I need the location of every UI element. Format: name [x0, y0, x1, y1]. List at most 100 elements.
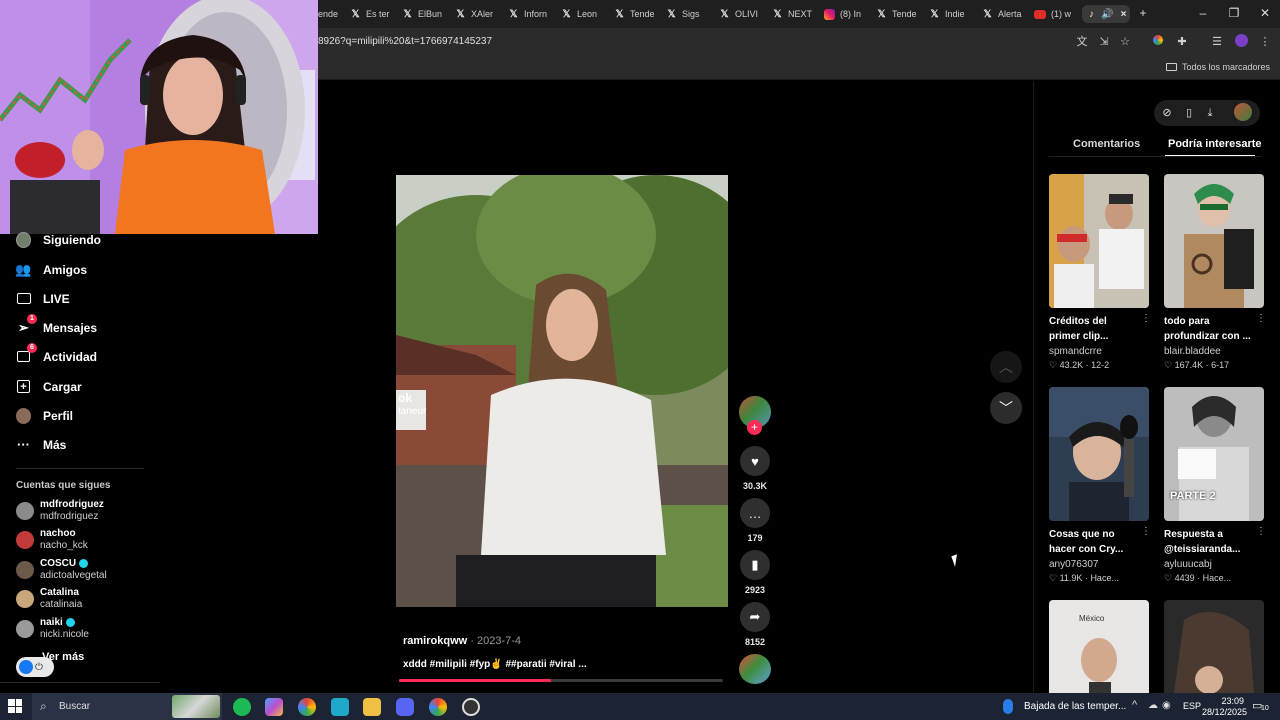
profile-avatar-icon[interactable] — [1233, 34, 1249, 50]
comment-action[interactable]: … 179 — [739, 498, 771, 543]
suggestion-thumbnail[interactable] — [1049, 387, 1149, 521]
install-app-icon[interactable]: ⇲ — [1096, 34, 1112, 50]
account-item[interactable]: mdfrodriguez mdfrodriguez — [16, 499, 104, 523]
nav-upload[interactable]: + Cargar — [16, 379, 82, 394]
video-author[interactable]: ramirokqww — [403, 635, 467, 647]
tray-chevron-up-icon[interactable]: ^ — [1132, 699, 1137, 711]
suggestion-title[interactable]: Cosas que no hacer con Cry... — [1049, 527, 1137, 557]
obs-icon[interactable] — [462, 698, 480, 716]
nav-following[interactable]: Siguiendo — [16, 231, 101, 248]
heart-icon[interactable]: ♥ — [740, 446, 770, 476]
browser-tab[interactable]: 𝕏 Alerta — [982, 5, 1024, 23]
suggestion-thumbnail[interactable] — [1164, 600, 1264, 693]
file-explorer-icon[interactable] — [363, 698, 381, 716]
app-icon[interactable] — [331, 698, 349, 716]
nav-live[interactable]: LIVE — [16, 291, 70, 306]
browser-tab[interactable]: 𝕏 Tende — [876, 5, 918, 23]
close-icon[interactable]: × — [1118, 9, 1129, 20]
suggestion-user[interactable]: spmandcrre — [1049, 346, 1102, 357]
download-icon[interactable]: ⤓ — [1201, 104, 1219, 122]
browser-tab[interactable]: 𝕏 Es ter — [350, 5, 392, 23]
browser-tab[interactable]: 𝕏 Indie — [929, 5, 971, 23]
more-options-icon[interactable]: ⋮ — [1256, 313, 1266, 324]
chrome-icon[interactable] — [298, 698, 316, 716]
taskbar-search-box[interactable]: ⌕ Buscar — [32, 693, 222, 720]
more-options-icon[interactable]: ⋮ — [1256, 526, 1266, 537]
new-tab-button[interactable]: + — [1133, 6, 1153, 20]
spotify-icon[interactable] — [233, 698, 251, 716]
wifi-icon[interactable]: ◉ — [1162, 700, 1171, 711]
more-options-icon[interactable]: ⋮ — [1141, 526, 1151, 537]
browser-tab[interactable]: 𝕏 Sigs — [666, 5, 708, 23]
browser-tab[interactable]: (1) w — [1034, 5, 1078, 23]
save-action[interactable]: ▮ 2923 — [739, 550, 771, 595]
suggestion-user[interactable]: ayluuucabj — [1164, 559, 1212, 570]
suggestion-thumbnail[interactable]: PARTE 2 — [1164, 387, 1264, 521]
browser-tab[interactable]: 𝕏 Inforn — [508, 5, 550, 23]
browser-tab[interactable]: 𝕏 XAler — [455, 5, 497, 23]
copilot-icon[interactable] — [265, 698, 283, 716]
user-avatar[interactable] — [1234, 103, 1252, 121]
news-ticker[interactable]: Bajada de las temper... — [1024, 701, 1126, 712]
suggestion-thumbnail[interactable]: México — [1049, 600, 1149, 693]
browser-tab-active[interactable]: ♪ 🔊 × — [1082, 5, 1130, 23]
get-app-pill[interactable]: ⏻ — [16, 657, 54, 677]
account-item[interactable]: COSCU adictoalvegetal — [16, 558, 107, 582]
account-item[interactable]: nachoo nacho_kck — [16, 528, 88, 552]
music-disc-icon[interactable] — [739, 654, 771, 684]
translate-icon[interactable]: 文 — [1074, 34, 1090, 50]
tab-comments[interactable]: Comentarios — [1073, 138, 1140, 150]
account-item[interactable]: naiki nicki.nicole — [16, 617, 89, 641]
nav-more[interactable]: ··· Más — [16, 437, 66, 452]
browser-tab[interactable]: 𝕏 OLIVI — [719, 5, 761, 23]
suggestion-user[interactable]: any076307 — [1049, 559, 1099, 570]
like-action[interactable]: ♥ 30.3K — [739, 446, 771, 491]
window-close-button[interactable]: ✕ — [1255, 6, 1275, 20]
browser-tab[interactable]: 𝕏 ElBun — [402, 5, 444, 23]
suggestion-thumbnail[interactable] — [1049, 174, 1149, 308]
browser-menu-icon[interactable]: ⋮ — [1257, 34, 1273, 50]
browser-tab[interactable]: ende — [318, 5, 340, 23]
weather-news-icon[interactable] — [1003, 699, 1013, 714]
video-progress-track[interactable] — [399, 679, 723, 682]
onedrive-icon[interactable]: ☁ — [1148, 700, 1158, 711]
minimize-button[interactable]: – — [1193, 6, 1213, 20]
url-field[interactable]: 8926?q=milipili%20&t=1766974145237 — [318, 36, 492, 47]
share-icon[interactable]: ➦ — [740, 602, 770, 632]
browser-tab[interactable]: 𝕏 Tende — [614, 5, 656, 23]
nav-activity[interactable]: 6 Actividad — [16, 343, 97, 364]
tab-search-icon[interactable]: ☰ — [1209, 34, 1225, 50]
account-item[interactable]: Catalina catalinaia — [16, 587, 82, 611]
language-indicator[interactable]: ESP — [1183, 701, 1201, 711]
extensions-puzzle-icon[interactable]: ✚ — [1174, 34, 1190, 50]
clock[interactable]: 23:09 28/12/2025 — [1202, 696, 1247, 718]
speaker-icon[interactable]: 🔊 — [1101, 9, 1113, 20]
suggestion-title[interactable]: todo para profundizar con ... — [1164, 314, 1256, 344]
browser-tab[interactable]: 𝕏 NEXT — [772, 5, 814, 23]
comment-icon[interactable]: … — [740, 498, 770, 528]
nav-friends[interactable]: 👥 Amigos — [15, 262, 87, 277]
nav-profile[interactable]: Perfil — [16, 407, 73, 424]
more-options-icon[interactable]: ⋮ — [1141, 313, 1151, 324]
phone-icon[interactable]: ▯ — [1180, 104, 1198, 122]
tab-suggested[interactable]: Podría interesarte — [1168, 138, 1262, 150]
bookmark-star-icon[interactable]: ☆ — [1117, 34, 1133, 50]
suggestion-title[interactable]: Respuesta a @teissiaranda... — [1164, 527, 1256, 557]
discord-icon[interactable] — [396, 698, 414, 716]
prev-video-button[interactable]: ︿ — [990, 351, 1022, 383]
video-player[interactable]: ok taneur — [396, 175, 728, 607]
restore-button[interactable]: ❐ — [1224, 6, 1244, 20]
share-action[interactable]: ➦ 8152 — [739, 602, 771, 647]
all-bookmarks-button[interactable]: Todos los marcadores — [1165, 62, 1270, 72]
nav-messages[interactable]: ➢ 1 Mensajes — [16, 314, 97, 335]
chrome-profile-icon[interactable] — [429, 698, 447, 716]
suggestion-title[interactable]: Créditos del primer clip... — [1049, 314, 1137, 344]
extension-color-icon[interactable] — [1150, 34, 1166, 50]
compass-icon[interactable]: ⊘ — [1158, 104, 1176, 122]
bookmark-icon[interactable]: ▮ — [740, 550, 770, 580]
next-video-button[interactable]: ﹀ — [990, 392, 1022, 424]
browser-tab[interactable]: (8) In — [824, 5, 866, 23]
browser-tab[interactable]: 𝕏 Leon — [561, 5, 603, 23]
suggestion-user[interactable]: blair.bladdee — [1164, 346, 1221, 357]
suggestion-thumbnail[interactable] — [1164, 174, 1264, 308]
